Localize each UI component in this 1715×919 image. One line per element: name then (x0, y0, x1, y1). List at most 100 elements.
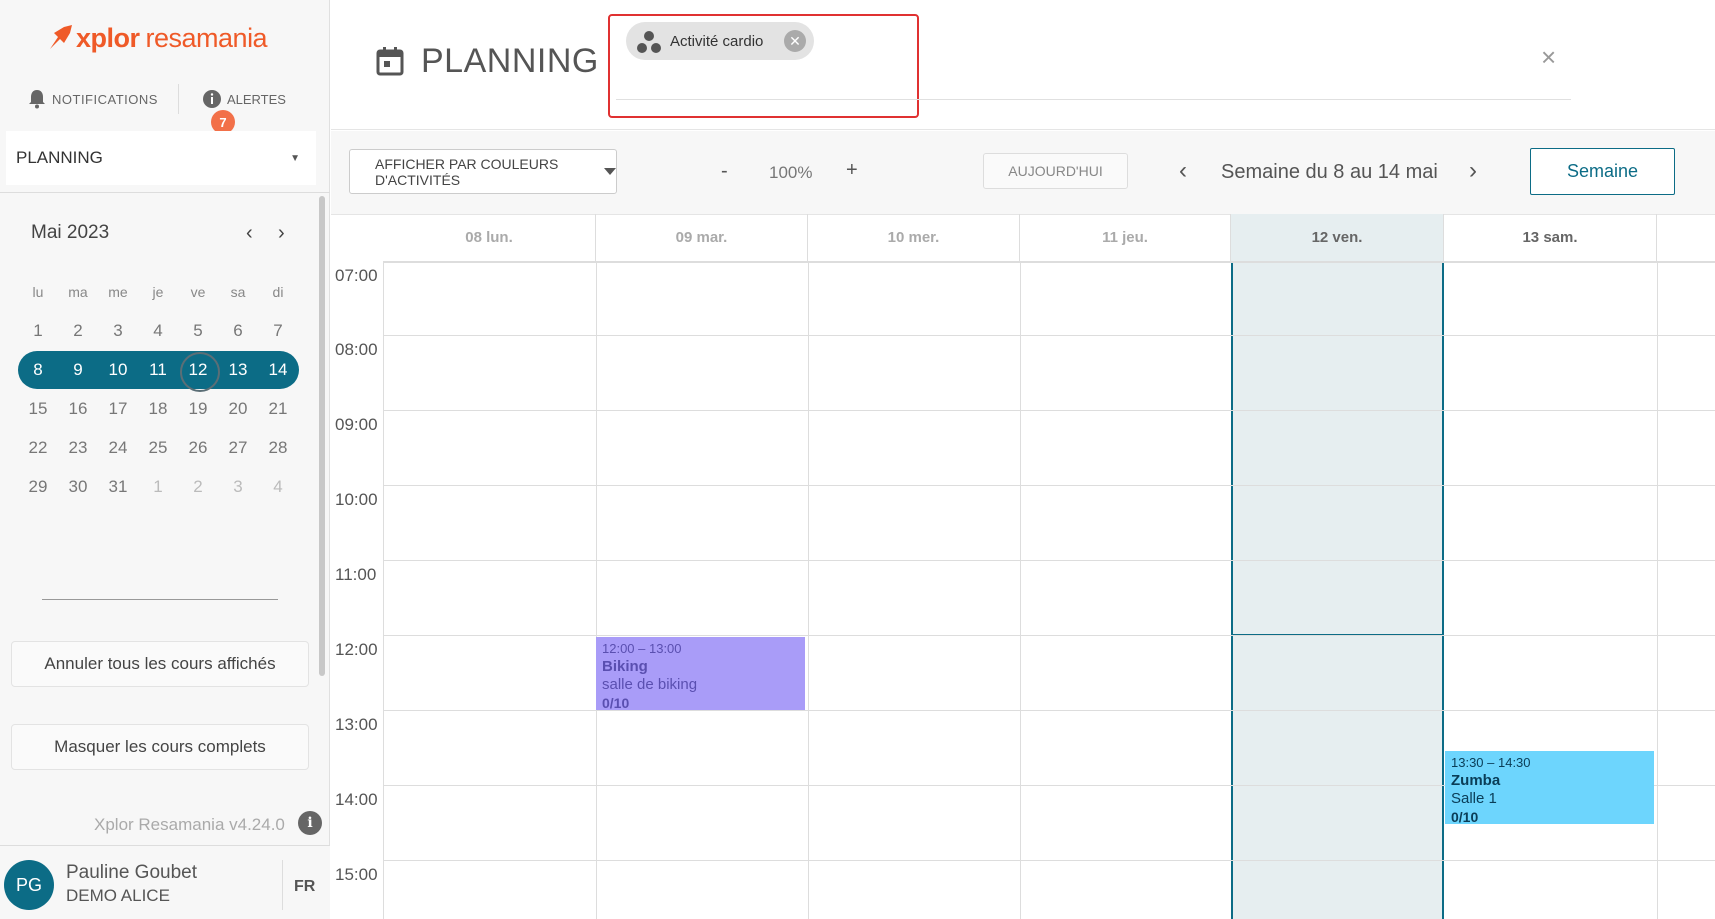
event-title: Zumba (1451, 772, 1501, 789)
weekday: me (108, 283, 128, 300)
calendar-day-next-month[interactable]: 3 (218, 469, 258, 505)
color-mode-label: AFFICHER PAR COULEURS D'ACTIVITÉS (375, 155, 559, 188)
event-capacity: 0/10 (602, 695, 630, 711)
calendar-day[interactable]: 28 (258, 430, 298, 466)
hour-label: 08:00 (335, 340, 378, 359)
calendar-day[interactable]: 26 (178, 430, 218, 466)
day-header[interactable]: 09 mar. (596, 214, 808, 262)
planning-select[interactable]: PLANNING ▼ (6, 131, 316, 185)
caret-down-icon (604, 168, 616, 175)
calendar-day-next-month[interactable]: 2 (178, 469, 218, 505)
calendar-day[interactable]: 8 (18, 352, 58, 388)
alerts-label: ALERTES (226, 91, 286, 107)
calendar-day[interactable]: 11 (138, 352, 178, 388)
calendar-day[interactable]: 10 (98, 352, 138, 388)
today-button[interactable]: AUJOURD'HUI (983, 153, 1128, 189)
hour-line (383, 860, 1715, 861)
calendar-month-label: Mai 2023 (31, 222, 110, 243)
calendar-day[interactable]: 29 (18, 469, 58, 505)
calendar-day[interactable]: 30 (58, 469, 98, 505)
week-label: Semaine du 8 au 14 mai (1221, 161, 1438, 183)
hour-line (383, 635, 1715, 636)
notifications-button[interactable]: NOTIFICATIONS (0, 80, 158, 118)
alerts-button[interactable]: ALERTES 7 (179, 90, 286, 134)
day-header[interactable]: 10 mer. (808, 214, 1020, 262)
calendar-day[interactable]: 14 (258, 352, 298, 388)
hour-label: 12:00 (335, 640, 378, 659)
calendar-day[interactable]: 27 (218, 430, 258, 466)
filter-input-underline[interactable] (616, 99, 1571, 100)
event-title: Biking (602, 658, 648, 675)
event-card[interactable]: 12:00 – 13:00 Biking salle de biking 0/1… (596, 637, 805, 711)
calendar-day[interactable]: 3 (98, 313, 138, 349)
hour-label: 11:00 (335, 565, 377, 584)
clear-filters-icon[interactable]: × (1541, 42, 1556, 73)
calendar-day[interactable]: 19 (178, 391, 218, 427)
calendar-day[interactable]: 18 (138, 391, 178, 427)
avatar[interactable]: PG (4, 860, 54, 910)
calendar-day[interactable]: 20 (218, 391, 258, 427)
calendar-day[interactable]: 25 (138, 430, 178, 466)
calendar-week-selected: 8 9 10 11 12 13 14 (18, 350, 300, 392)
day-header[interactable] (1657, 214, 1715, 262)
hour-line (383, 710, 1715, 711)
planning-select-value: PLANNING (16, 148, 103, 167)
week-view-button[interactable]: Semaine (1530, 148, 1675, 195)
hour-label: 13:00 (335, 715, 378, 734)
selected-day-column (1231, 214, 1444, 919)
hour-line (383, 410, 1715, 411)
day-header[interactable]: 08 lun. (383, 214, 596, 262)
calendar-day[interactable]: 13 (218, 352, 258, 388)
day-header[interactable]: 11 jeu. (1020, 214, 1231, 262)
hour-line (383, 262, 1715, 263)
cancel-all-classes-button[interactable]: Annuler tous les cours affichés (11, 641, 309, 687)
calendar-day[interactable]: 17 (98, 391, 138, 427)
filter-chip[interactable]: Activité cardio ✕ (626, 22, 814, 60)
calendar-week: 22 23 24 25 26 27 28 (18, 428, 300, 467)
calendar-day[interactable]: 31 (98, 469, 138, 505)
calendar-day[interactable]: 16 (58, 391, 98, 427)
day-header-selected[interactable]: 12 ven. (1231, 214, 1444, 262)
zoom-out-button[interactable]: - (721, 160, 728, 183)
calendar-week: 1 2 3 4 5 6 7 (18, 311, 300, 350)
app-version: Xplor Resamania v4.24.0 (94, 815, 285, 834)
calendar-day[interactable]: 24 (98, 430, 138, 466)
event-room: Salle 1 (1451, 790, 1497, 807)
calendar-day[interactable]: 4 (138, 313, 178, 349)
calendar-day[interactable]: 9 (58, 352, 98, 388)
sidebar-divider (0, 192, 330, 193)
logo-brand: xplor (76, 22, 140, 53)
calendar-day-today[interactable]: 12 (178, 351, 220, 392)
sidebar-scrollbar[interactable] (319, 196, 325, 676)
zoom-in-button[interactable]: + (846, 159, 858, 182)
color-mode-dropdown[interactable]: AFFICHER PAR COULEURS D'ACTIVITÉS (349, 149, 617, 194)
calendar-day[interactable]: 21 (258, 391, 298, 427)
user-organization: DEMO ALICE (66, 886, 170, 905)
calendar-day[interactable]: 22 (18, 430, 58, 466)
day-header[interactable]: 13 sam. (1444, 214, 1657, 262)
app-logo[interactable]: xplor resamania (46, 20, 268, 56)
calendar-day[interactable]: 6 (218, 313, 258, 349)
week-calendar-grid: 08 lun. 09 mar. 10 mer. 11 jeu. 12 ven. … (331, 214, 1715, 919)
calendar-week: 29 30 31 1 2 3 4 (18, 467, 300, 506)
calendar-day[interactable]: 5 (178, 313, 218, 349)
hide-full-classes-button[interactable]: Masquer les cours complets (11, 724, 309, 770)
calendar-day[interactable]: 7 (258, 313, 298, 349)
chevron-left-icon[interactable]: ‹ (246, 222, 253, 245)
chevron-right-icon[interactable]: › (278, 222, 285, 245)
planning-toolbar: AFFICHER PAR COULEURS D'ACTIVITÉS - 100%… (331, 131, 1715, 215)
calendar-day[interactable]: 15 (18, 391, 58, 427)
chevron-left-icon[interactable]: ‹ (1179, 157, 1187, 185)
event-card[interactable]: 13:30 – 14:30 Zumba Salle 1 0/10 (1445, 751, 1654, 825)
calendar-day-next-month[interactable]: 4 (258, 469, 298, 505)
calendar-day-next-month[interactable]: 1 (138, 469, 178, 505)
calendar-day[interactable]: 2 (58, 313, 98, 349)
page-header: PLANNING Activité cardio ✕ × (331, 0, 1715, 130)
language-switch[interactable]: FR (294, 878, 315, 896)
calendar-day[interactable]: 1 (18, 313, 58, 349)
calendar-day[interactable]: 23 (58, 430, 98, 466)
chevron-right-icon[interactable]: › (1469, 157, 1477, 185)
close-icon[interactable]: ✕ (784, 30, 806, 52)
weekday: di (272, 283, 284, 300)
info-icon[interactable]: i (298, 811, 322, 835)
